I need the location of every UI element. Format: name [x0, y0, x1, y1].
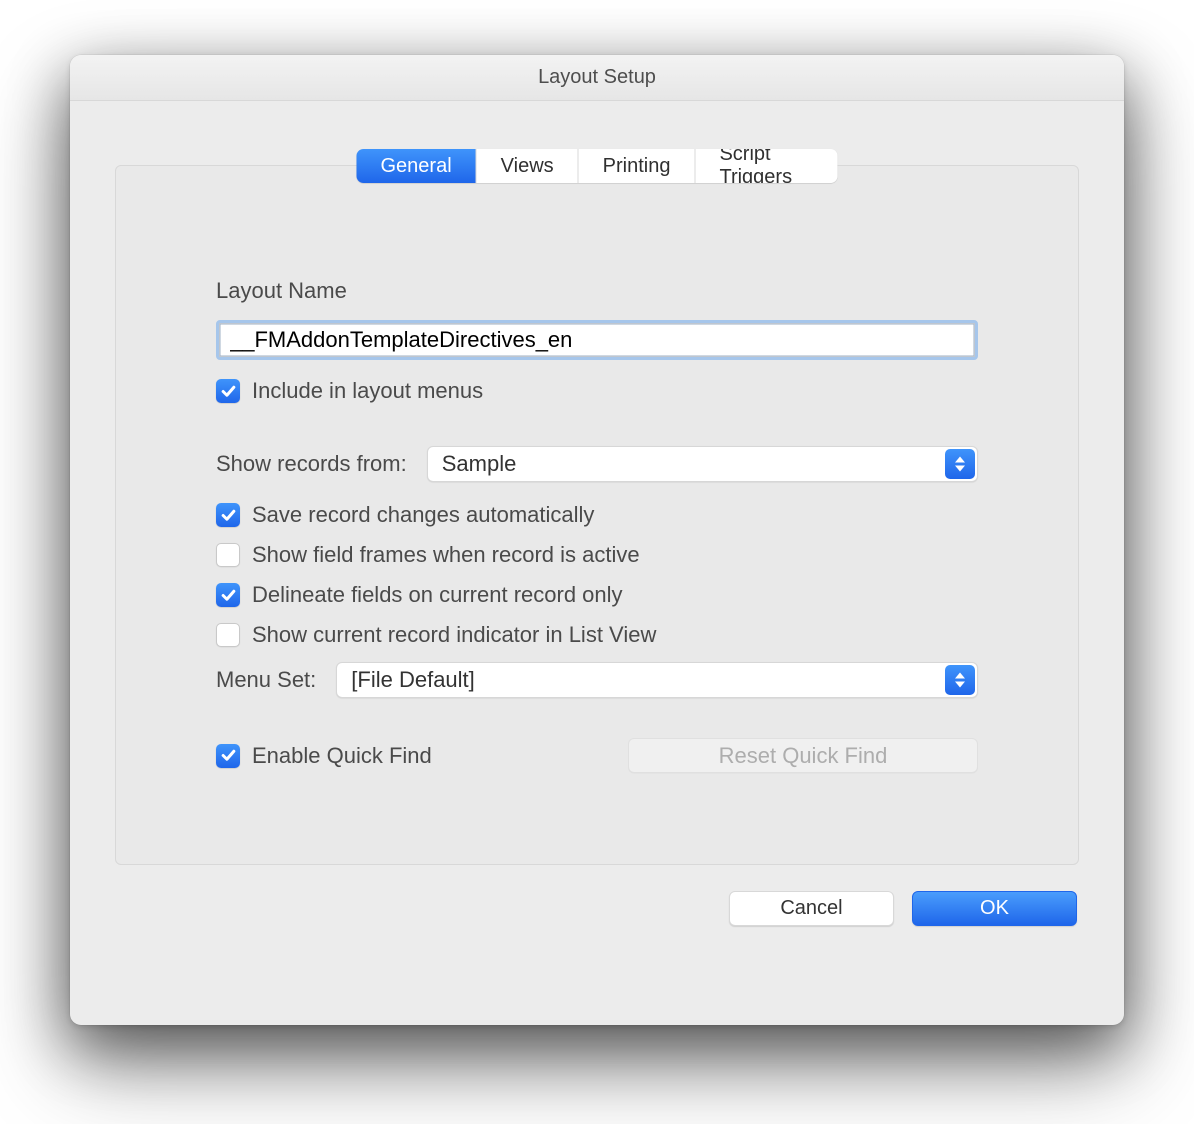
menu-set-select[interactable]: [File Default] — [336, 662, 978, 698]
dialog-footer: Cancel OK — [115, 891, 1079, 926]
delineate-label: Delineate fields on current record only — [252, 582, 623, 608]
save-auto-row[interactable]: Save record changes automatically — [216, 502, 978, 528]
show-records-value: Sample — [428, 451, 531, 477]
tabs: General Views Printing Script Triggers — [357, 149, 838, 183]
show-records-row: Show records from: Sample — [216, 446, 978, 482]
reset-quick-find-button[interactable]: Reset Quick Find — [628, 738, 978, 773]
show-frames-row[interactable]: Show field frames when record is active — [216, 542, 978, 568]
record-options-group: Save record changes automatically Show f… — [216, 502, 978, 698]
quick-find-label: Enable Quick Find — [252, 743, 432, 769]
tab-views[interactable]: Views — [477, 149, 579, 183]
tab-printing[interactable]: Printing — [579, 149, 696, 183]
quick-find-checkbox[interactable] — [216, 744, 240, 768]
list-indicator-checkbox[interactable] — [216, 623, 240, 647]
show-records-select[interactable]: Sample — [427, 446, 978, 482]
quick-find-row: Enable Quick Find Reset Quick Find — [216, 738, 978, 773]
chevron-up-icon — [955, 672, 965, 679]
layout-name-focus-ring — [216, 320, 978, 360]
include-in-menus-checkbox[interactable] — [216, 379, 240, 403]
chevron-down-icon — [955, 681, 965, 688]
menu-set-value: [File Default] — [337, 667, 489, 693]
quick-find-toggle[interactable]: Enable Quick Find — [216, 743, 432, 769]
delineate-checkbox[interactable] — [216, 583, 240, 607]
tab-general[interactable]: General — [357, 149, 477, 183]
list-indicator-label: Show current record indicator in List Vi… — [252, 622, 656, 648]
tab-script-triggers[interactable]: Script Triggers — [695, 149, 837, 183]
check-icon — [221, 508, 236, 523]
check-icon — [221, 588, 236, 603]
dialog-title: Layout Setup — [70, 55, 1124, 101]
layout-name-label: Layout Name — [216, 278, 978, 304]
general-form: Layout Name Include in layout menus Show… — [116, 166, 1078, 833]
chevron-down-icon — [955, 465, 965, 472]
save-auto-label: Save record changes automatically — [252, 502, 594, 528]
show-records-label: Show records from: — [216, 451, 407, 477]
show-frames-label: Show field frames when record is active — [252, 542, 640, 568]
list-indicator-row[interactable]: Show current record indicator in List Vi… — [216, 622, 978, 648]
ok-button[interactable]: OK — [912, 891, 1077, 926]
cancel-button[interactable]: Cancel — [729, 891, 894, 926]
include-in-menus-label: Include in layout menus — [252, 378, 483, 404]
layout-name-input[interactable] — [219, 323, 975, 357]
show-frames-checkbox[interactable] — [216, 543, 240, 567]
menu-set-label: Menu Set: — [216, 667, 316, 693]
check-icon — [221, 748, 236, 763]
chevron-up-icon — [955, 456, 965, 463]
dialog-body: General Views Printing Script Triggers L… — [70, 165, 1124, 956]
tab-pane: General Views Printing Script Triggers L… — [115, 165, 1079, 865]
select-stepper-icon — [945, 665, 975, 695]
select-stepper-icon — [945, 449, 975, 479]
dialog-window: Layout Setup General Views Printing Scri… — [70, 55, 1124, 1025]
menu-set-row: Menu Set: [File Default] — [216, 662, 978, 698]
check-icon — [221, 384, 236, 399]
delineate-row[interactable]: Delineate fields on current record only — [216, 582, 978, 608]
include-in-menus-row[interactable]: Include in layout menus — [216, 378, 978, 404]
save-auto-checkbox[interactable] — [216, 503, 240, 527]
